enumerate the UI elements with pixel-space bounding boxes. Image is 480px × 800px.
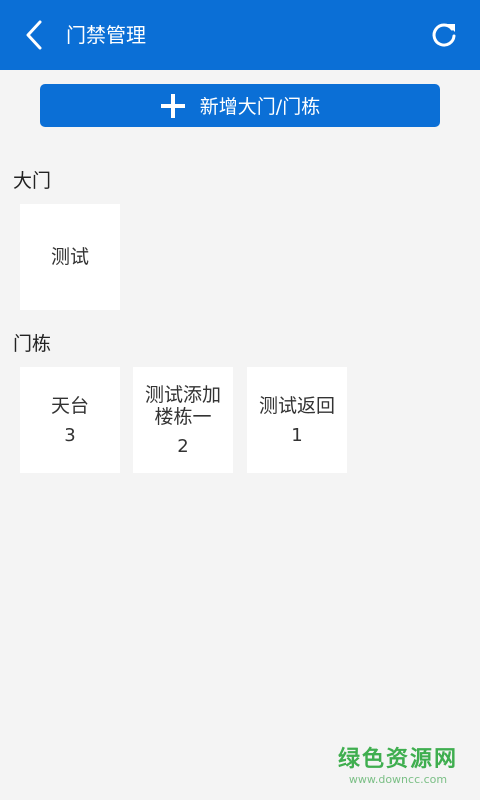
plus-icon bbox=[160, 93, 186, 119]
chevron-left-icon bbox=[26, 20, 42, 50]
watermark-url: www.downcc.com bbox=[348, 773, 448, 786]
watermark: 绿色资源网 www.downcc.com bbox=[338, 741, 458, 786]
add-gate-label: 新增大门/门栋 bbox=[199, 96, 321, 118]
add-gate-button[interactable]: 新增大门/门栋 bbox=[40, 84, 440, 127]
page-title: 门禁管理 bbox=[66, 23, 146, 47]
back-button[interactable] bbox=[18, 17, 50, 53]
refresh-icon bbox=[432, 23, 456, 47]
gate-card[interactable]: 测试 bbox=[20, 204, 120, 310]
building-card[interactable]: 测试返回 1 bbox=[247, 367, 347, 473]
building-card[interactable]: 测试添加楼栋一 2 bbox=[133, 367, 233, 473]
refresh-button[interactable] bbox=[426, 17, 462, 53]
building-name: 天台 bbox=[50, 394, 89, 417]
app-bar: 门禁管理 bbox=[0, 0, 480, 70]
building-name: 测试添加楼栋一 bbox=[144, 383, 221, 428]
buildings-section-title: 门栋 bbox=[13, 333, 52, 355]
gate-name: 测试 bbox=[50, 246, 89, 268]
gates-section-title: 大门 bbox=[13, 170, 52, 192]
building-count: 3 bbox=[64, 424, 76, 446]
building-count: 1 bbox=[291, 424, 303, 446]
building-count: 2 bbox=[177, 435, 189, 457]
building-card[interactable]: 天台 3 bbox=[20, 367, 120, 473]
watermark-text: 绿色资源网 bbox=[337, 747, 458, 772]
building-name: 测试返回 bbox=[258, 394, 335, 417]
